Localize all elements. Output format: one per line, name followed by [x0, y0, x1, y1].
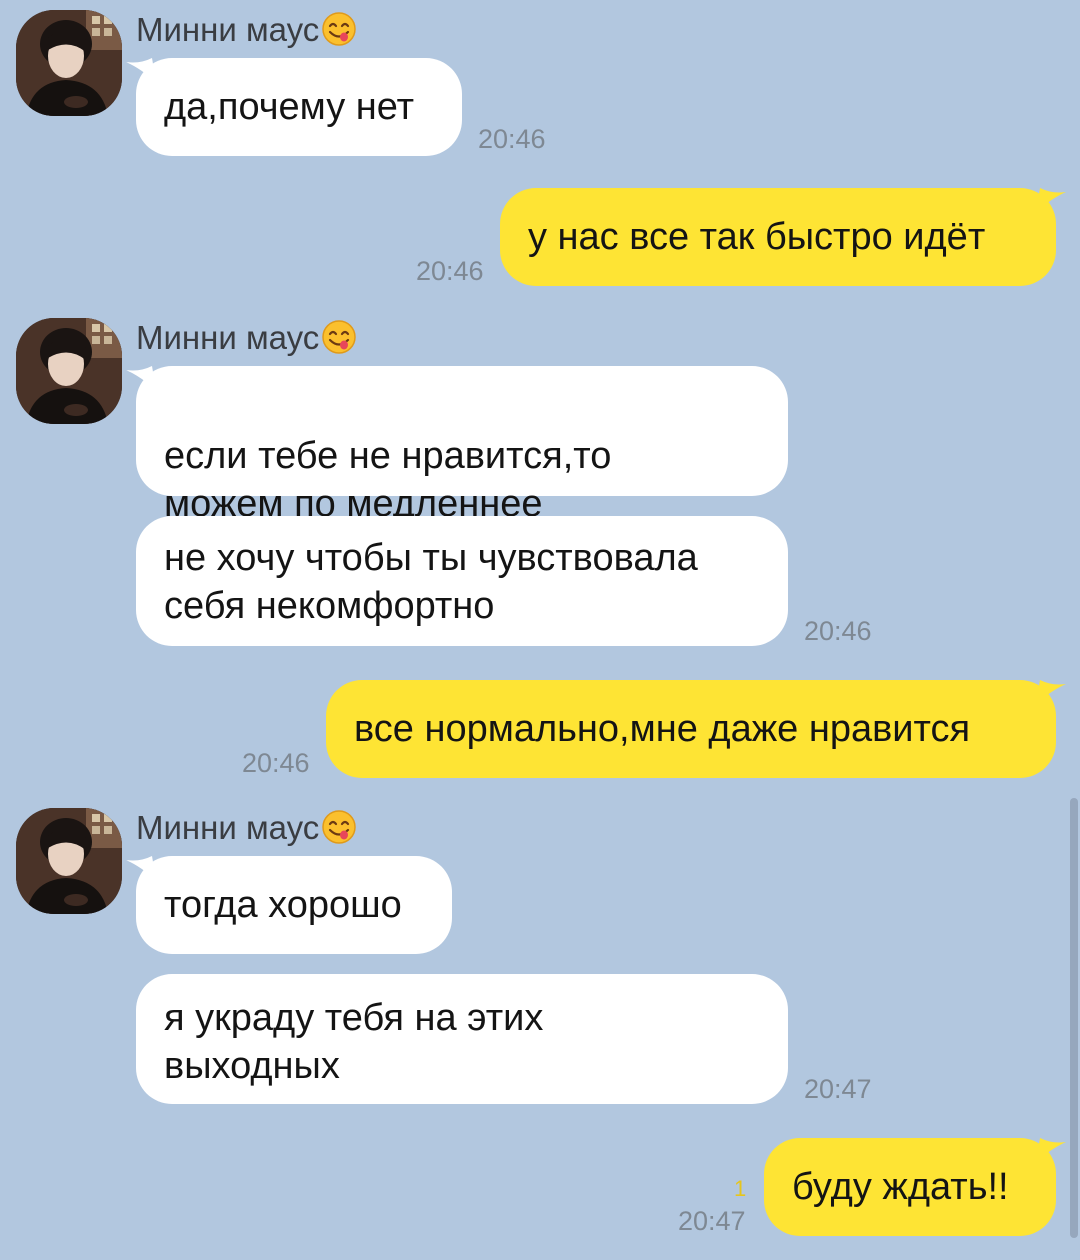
message-text: не хочу чтобы ты чувствовала себя некомф…	[164, 537, 698, 627]
avatar-photo-icon	[16, 318, 122, 424]
bubble-tail-icon	[126, 58, 156, 82]
message-text: буду ждать!!	[792, 1166, 1009, 1208]
avatar[interactable]	[16, 808, 122, 914]
bubble-tail-icon	[1036, 680, 1066, 704]
message-bubble-outgoing[interactable]: у нас все так быстро идёт	[500, 188, 1056, 286]
message-bubble[interactable]: если тебе не нравится,то можем по медлен…	[136, 366, 788, 525]
message-text: да,почему нет	[164, 86, 415, 128]
message-bubble[interactable]: тогда хорошо	[136, 856, 452, 954]
message-time: 20:47	[804, 1074, 872, 1104]
message-bubble-outgoing[interactable]: все нормально,мне даже нравится	[326, 680, 1056, 778]
message-text: если тебе не нравится,то можем по медлен…	[164, 435, 612, 525]
unread-count: 1	[734, 1176, 747, 1201]
sender-name: Минни маус	[136, 318, 357, 358]
message-time: 20:46	[416, 256, 484, 286]
sender-name-text: Минни маус	[136, 319, 320, 356]
sender-name: Минни маус	[136, 808, 357, 848]
message-bubble-outgoing[interactable]: буду ждать!!	[764, 1138, 1056, 1236]
bubble-tail-icon	[126, 366, 156, 390]
sender-name-text: Минни маус	[136, 809, 320, 846]
bubble-tail-icon	[126, 856, 156, 880]
smiling-face-emoji-icon	[321, 11, 357, 47]
avatar[interactable]	[16, 318, 122, 424]
message-bubble[interactable]: я украду тебя на этих выходных	[136, 974, 788, 1104]
bubble-tail-icon	[1036, 1138, 1066, 1162]
avatar-photo-icon	[16, 808, 122, 914]
smiling-face-emoji-icon	[321, 809, 357, 845]
message-time: 20:46	[478, 124, 546, 154]
scrollbar[interactable]	[1070, 798, 1078, 1238]
avatar-photo-icon	[16, 10, 122, 116]
message-bubble[interactable]: да,почему нет	[136, 58, 462, 156]
message-text: у нас все так быстро идёт	[528, 216, 986, 258]
sender-name-text: Минни маус	[136, 11, 320, 48]
bubble-tail-icon	[1036, 188, 1066, 212]
message-text: все нормально,мне даже нравится	[354, 708, 971, 750]
message-bubble[interactable]: не хочу чтобы ты чувствовала себя некомф…	[136, 516, 788, 646]
sender-name: Минни маус	[136, 10, 357, 50]
message-text: тогда хорошо	[164, 884, 402, 926]
smiling-face-emoji-icon	[321, 319, 357, 355]
message-text: я украду тебя на этих выходных	[164, 997, 544, 1087]
message-time: 20:46	[804, 616, 872, 646]
avatar[interactable]	[16, 10, 122, 116]
message-time: 20:47	[678, 1206, 746, 1236]
message-time: 20:46	[242, 748, 310, 778]
